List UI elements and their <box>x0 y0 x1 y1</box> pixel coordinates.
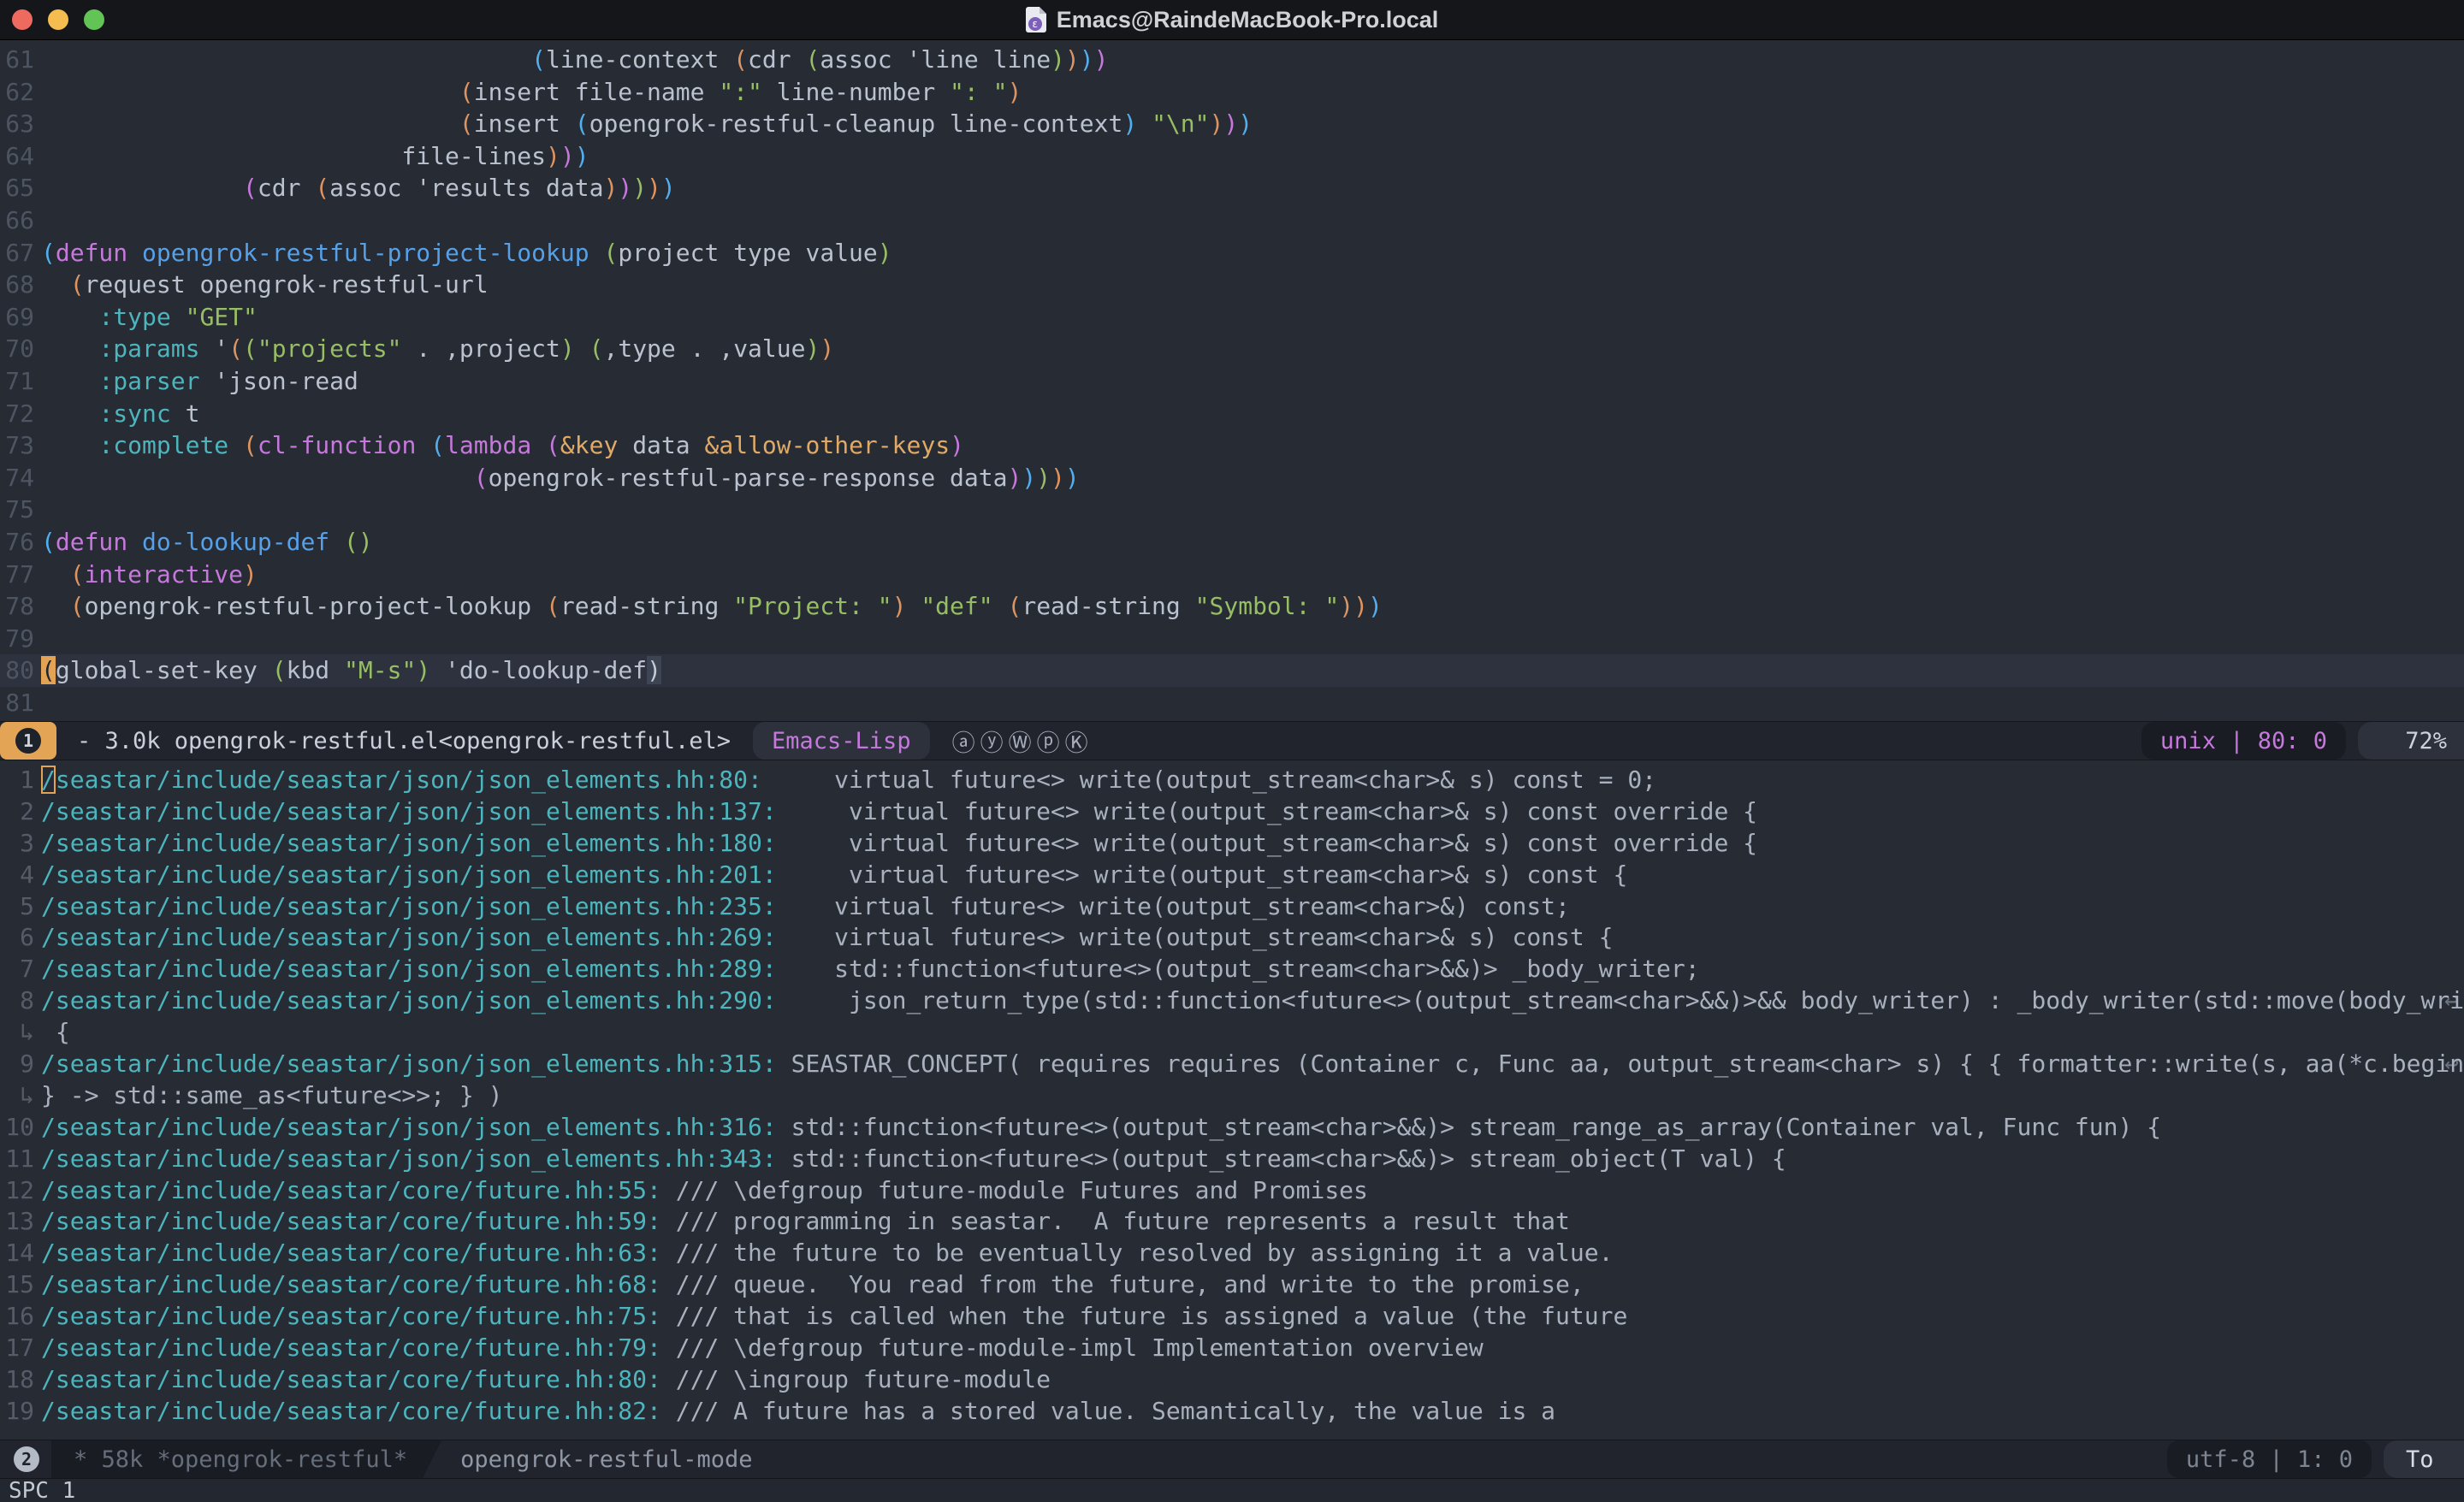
result-file-path: /seastar/include/seastar/json/json_eleme… <box>41 829 777 857</box>
code-line[interactable]: 81 <box>0 687 2464 719</box>
code-line[interactable]: 74 (opengrok-restful-parse-response data… <box>0 462 2464 494</box>
code-line[interactable]: 72 :sync t <box>0 398 2464 430</box>
code-line[interactable]: 68 (request opengrok-restful-url <box>0 269 2464 301</box>
result-file-path: /seastar/include/seastar/json/json_eleme… <box>41 955 777 983</box>
result-file-path: /seastar/include/seastar/core/future.hh:… <box>41 1397 661 1425</box>
code-line[interactable]: 73 :complete (cl-function (lambda (&key … <box>0 429 2464 462</box>
result-row[interactable]: 7/seastar/include/seastar/json/json_elem… <box>0 954 2464 985</box>
result-row[interactable]: 15/seastar/include/seastar/core/future.h… <box>0 1269 2464 1301</box>
result-row[interactable]: 2/seastar/include/seastar/json/json_elem… <box>0 796 2464 828</box>
results-pane[interactable]: 1/seastar/include/seastar/json/json_elem… <box>0 760 2464 1440</box>
result-file-path: /seastar/include/seastar/json/json_eleme… <box>41 860 777 889</box>
code-line[interactable]: 62 (insert file-name ":" line-number ": … <box>0 76 2464 109</box>
wrap-indicator-icon: ↳ <box>0 1017 41 1049</box>
hollow-cursor: / <box>41 766 56 794</box>
result-row[interactable]: 10/seastar/include/seastar/json/json_ele… <box>0 1112 2464 1144</box>
titlebar: ε Emacs@RaindeMacBook-Pro.local <box>0 0 2464 40</box>
window-number-badge: 1 <box>15 728 41 754</box>
code-line[interactable]: 79 <box>0 623 2464 655</box>
minimize-button[interactable] <box>48 9 68 30</box>
modeline-bottom: 2 * 58k *opengrok-restful* opengrok-rest… <box>0 1440 2464 1479</box>
code-line[interactable]: 69 :type "GET" <box>0 301 2464 334</box>
result-file-path: /seastar/include/seastar/json/json_eleme… <box>41 986 777 1014</box>
result-file-path: /seastar/include/seastar/json/json_eleme… <box>41 892 777 920</box>
code-line[interactable]: 63 (insert (opengrok-restful-cleanup lin… <box>0 108 2464 140</box>
result-row[interactable]: 6/seastar/include/seastar/json/json_elem… <box>0 922 2464 954</box>
result-file-path: /seastar/include/seastar/json/json_eleme… <box>41 766 762 794</box>
buffer-info-2: * 58k *opengrok-restful* <box>51 1440 441 1478</box>
major-mode-indicator: Emacs-Lisp <box>753 722 930 760</box>
buffer-percent-2: To <box>2384 1440 2464 1478</box>
emacs-document-icon: ε <box>1026 7 1046 33</box>
code-line[interactable]: 76(defun do-lookup-def () <box>0 526 2464 559</box>
result-file-path: /seastar/include/seastar/core/future.hh:… <box>41 1207 661 1235</box>
result-file-path: /seastar/include/seastar/core/future.hh:… <box>41 1239 661 1267</box>
result-row[interactable]: 19/seastar/include/seastar/core/future.h… <box>0 1396 2464 1428</box>
window-number-badge-2: 2 <box>14 1446 39 1472</box>
modeline-top: 1 - 3.0k opengrok-restful.el<opengrok-re… <box>0 721 2464 760</box>
result-file-path: /seastar/include/seastar/core/future.hh:… <box>41 1365 661 1393</box>
result-row[interactable]: 12/seastar/include/seastar/core/future.h… <box>0 1175 2464 1207</box>
result-row[interactable]: 13/seastar/include/seastar/core/future.h… <box>0 1206 2464 1238</box>
minor-mode-badges: ⓐⓨⓌⓟⓀ <box>952 724 1093 758</box>
window-number-tab: 1 <box>0 722 56 760</box>
code-line[interactable]: 77 (interactive) <box>0 559 2464 591</box>
eol-cursor-position: unix | 80: 0 <box>2141 722 2346 760</box>
echo-area[interactable]: SPC 1 <box>0 1479 2464 1502</box>
result-row[interactable]: 5/seastar/include/seastar/json/json_elem… <box>0 891 2464 923</box>
close-button[interactable] <box>12 9 33 30</box>
result-file-path: /seastar/include/seastar/json/json_eleme… <box>41 1144 777 1173</box>
code-line[interactable]: 61 (line-context (cdr (assoc 'line line)… <box>0 44 2464 76</box>
code-line[interactable]: 65 (cdr (assoc 'results data))))) <box>0 172 2464 204</box>
result-row[interactable]: 8↩/seastar/include/seastar/json/json_ele… <box>0 985 2464 1017</box>
code-line[interactable]: 71 :parser 'json-read <box>0 365 2464 398</box>
buffer-percent: 72% <box>2358 722 2464 760</box>
code-line[interactable]: 66 <box>0 204 2464 237</box>
encoding-cursor-position: utf-8 | 1: 0 <box>2167 1440 2372 1478</box>
result-file-path: /seastar/include/seastar/core/future.hh:… <box>41 1270 661 1298</box>
buffer-info: - 3.0k opengrok-restful.el<opengrok-rest… <box>77 728 731 754</box>
zoom-button[interactable] <box>84 9 104 30</box>
result-row[interactable]: 11/seastar/include/seastar/json/json_ele… <box>0 1144 2464 1175</box>
result-row[interactable]: 4/seastar/include/seastar/json/json_elem… <box>0 860 2464 891</box>
result-row[interactable]: 9↩/seastar/include/seastar/json/json_ele… <box>0 1049 2464 1080</box>
traffic-lights <box>12 0 104 39</box>
result-file-path: /seastar/include/seastar/json/json_eleme… <box>41 1050 777 1078</box>
editor-pane[interactable]: 61 (line-context (cdr (assoc 'line line)… <box>0 40 2464 721</box>
result-row[interactable]: 3/seastar/include/seastar/json/json_elem… <box>0 828 2464 860</box>
code-line[interactable]: 67(defun opengrok-restful-project-lookup… <box>0 237 2464 269</box>
result-file-path: /seastar/include/seastar/core/future.hh:… <box>41 1333 661 1362</box>
result-file-path: /seastar/include/seastar/core/future.hh:… <box>41 1302 661 1330</box>
result-file-path: /seastar/include/seastar/json/json_eleme… <box>41 923 777 951</box>
result-row[interactable]: 16/seastar/include/seastar/core/future.h… <box>0 1301 2464 1333</box>
code-line[interactable]: 78 (opengrok-restful-project-lookup (rea… <box>0 590 2464 623</box>
code-line[interactable]: 64 file-lines))) <box>0 140 2464 173</box>
code-line[interactable]: 80(global-set-key (kbd "M-s") 'do-lookup… <box>0 654 2464 687</box>
result-file-path: /seastar/include/seastar/core/future.hh:… <box>41 1176 661 1204</box>
code-line[interactable]: 70 :params '(("projects" . ,project) (,t… <box>0 333 2464 365</box>
major-mode-indicator-2: opengrok-restful-mode <box>460 1446 752 1473</box>
result-continuation-row[interactable]: ↳} -> std::same_as<future<>>; } ) <box>0 1080 2464 1112</box>
wrap-indicator-icon: ↳ <box>0 1080 41 1112</box>
code-line[interactable]: 75 <box>0 494 2464 526</box>
result-row[interactable]: 17/seastar/include/seastar/core/future.h… <box>0 1333 2464 1364</box>
result-row[interactable]: 1/seastar/include/seastar/json/json_elem… <box>0 765 2464 796</box>
result-file-path: /seastar/include/seastar/json/json_eleme… <box>41 1113 777 1141</box>
result-file-path: /seastar/include/seastar/json/json_eleme… <box>41 797 777 825</box>
result-row[interactable]: 18/seastar/include/seastar/core/future.h… <box>0 1364 2464 1396</box>
window-title: Emacs@RaindeMacBook-Pro.local <box>1057 7 1438 33</box>
result-row[interactable]: 14/seastar/include/seastar/core/future.h… <box>0 1238 2464 1269</box>
result-continuation-row[interactable]: ↳ { <box>0 1017 2464 1049</box>
